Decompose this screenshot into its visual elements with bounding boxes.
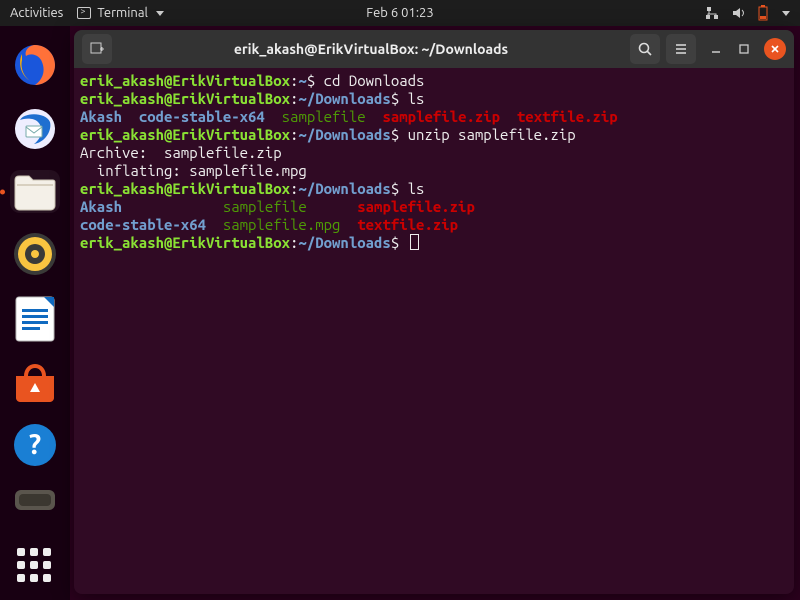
maximize-button[interactable] — [736, 41, 752, 57]
command: unzip samplefile.zip — [408, 126, 576, 143]
dock-libreoffice-writer[interactable] — [10, 295, 60, 343]
minimize-button[interactable] — [708, 41, 724, 57]
output-line: Archive: samplefile.zip — [80, 144, 282, 161]
dock: ? — [0, 26, 70, 600]
app-menu-label: Terminal — [97, 6, 148, 20]
ls-entry: samplefile.zip — [382, 108, 500, 125]
dock-help[interactable]: ? — [10, 422, 60, 468]
ls-entry: samplefile — [282, 108, 366, 125]
ls-entry: samplefile — [223, 198, 307, 215]
activities-button[interactable]: Activities — [10, 6, 63, 20]
ls-entry: code-stable-x64 — [80, 216, 206, 233]
network-icon[interactable] — [706, 6, 720, 20]
hamburger-menu-button[interactable] — [666, 34, 696, 64]
command: ls — [408, 90, 425, 107]
clock[interactable]: Feb 6 01:23 — [366, 6, 433, 20]
gnome-topbar: Activities Terminal Feb 6 01:23 — [0, 0, 800, 26]
dock-thunderbird[interactable] — [10, 106, 60, 152]
chevron-down-icon — [156, 11, 164, 16]
ls-entry: samplefile.zip — [357, 198, 475, 215]
output-line: inflating: samplefile.mpg — [80, 162, 307, 179]
volume-icon[interactable] — [732, 6, 746, 20]
command: ls — [408, 180, 425, 197]
system-menu-chevron-icon[interactable] — [782, 11, 790, 16]
ls-entry: code-stable-x64 — [139, 108, 265, 125]
running-indicator-icon — [0, 189, 5, 194]
show-applications-button[interactable] — [17, 548, 53, 582]
command: cd Downloads — [324, 72, 425, 89]
hamburger-icon — [673, 41, 689, 57]
terminal-icon — [77, 7, 91, 19]
cursor — [410, 234, 419, 250]
prompt-userhost: erik_akash@ErikVirtualBox — [80, 72, 290, 89]
titlebar[interactable]: erik_akash@ErikVirtualBox: ~/Downloads — [74, 30, 794, 68]
search-button[interactable] — [630, 34, 660, 64]
search-icon — [637, 41, 653, 57]
ls-entry: samplefile.mpg — [223, 216, 341, 233]
dock-ubuntu-software[interactable] — [10, 361, 60, 404]
terminal-window: erik_akash@ErikVirtualBox: ~/Downloads e… — [74, 30, 794, 594]
ls-entry: Akash — [80, 198, 122, 215]
terminal-content[interactable]: erik_akash@ErikVirtualBox:~$ cd Download… — [74, 68, 794, 594]
ls-entry: textfile.zip — [357, 216, 458, 233]
dock-firefox[interactable] — [10, 42, 60, 88]
ls-entry: textfile.zip — [517, 108, 618, 125]
battery-icon[interactable] — [758, 5, 768, 21]
ls-entry: Akash — [80, 108, 122, 125]
app-menu[interactable]: Terminal — [77, 6, 164, 20]
prompt-path: ~ — [298, 72, 306, 89]
new-tab-button[interactable] — [82, 34, 112, 64]
svg-text:?: ? — [29, 429, 41, 460]
close-button[interactable] — [764, 38, 786, 60]
window-title: erik_akash@ErikVirtualBox: ~/Downloads — [118, 41, 624, 57]
dock-files[interactable] — [10, 170, 60, 213]
dock-rhythmbox[interactable] — [10, 231, 60, 277]
dock-update-manager[interactable] — [10, 486, 60, 512]
